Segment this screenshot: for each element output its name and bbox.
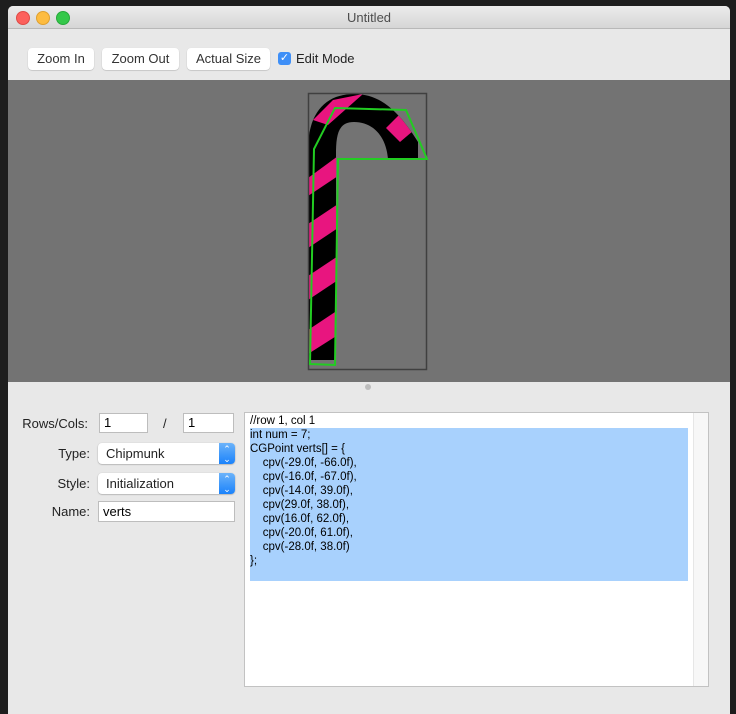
rows-cols-separator: / xyxy=(163,416,167,431)
code-line: //row 1, col 1 xyxy=(250,415,316,427)
edit-mode-checkbox[interactable]: ✓ xyxy=(278,52,291,65)
updown-chevron-icon: ⌃ ⌄ xyxy=(219,473,235,494)
code-text[interactable]: //row 1, col 1 int num = 7; CGPoint verts[… xyxy=(250,414,357,568)
style-popup[interactable]: Initialization ⌃ ⌄ xyxy=(98,473,235,494)
toolbar: Zoom In Zoom Out Actual Size ✓ Edit Mode xyxy=(8,29,730,80)
name-label: Name: xyxy=(51,504,90,519)
title-bar: Untitled xyxy=(8,6,730,29)
rows-cols-label: Rows/Cols: xyxy=(22,416,88,431)
style-label: Style: xyxy=(57,476,90,491)
code-line: cpv(-14.0f, 39.0f), xyxy=(250,485,353,497)
zoom-in-button[interactable]: Zoom In xyxy=(28,48,94,70)
checkmark-icon: ✓ xyxy=(279,52,290,64)
actual-size-button[interactable]: Actual Size xyxy=(187,48,270,70)
updown-chevron-icon: ⌃ ⌄ xyxy=(219,443,235,464)
code-output-textview[interactable]: //row 1, col 1 int num = 7; CGPoint verts[… xyxy=(244,412,709,687)
code-line: cpv(-29.0f, -66.0f), xyxy=(250,457,357,469)
rows-field[interactable] xyxy=(99,413,148,433)
code-line: cpv(29.0f, 38.0f), xyxy=(250,499,350,511)
code-line: cpv(-16.0f, -67.0f), xyxy=(250,471,357,483)
app-window: Untitled Zoom In Zoom Out Actual Size ✓ … xyxy=(8,6,730,714)
type-label: Type: xyxy=(58,446,90,461)
code-line: }; xyxy=(250,555,258,567)
code-line: cpv(-20.0f, 61.0f), xyxy=(250,527,353,539)
code-line: cpv(16.0f, 62.0f), xyxy=(250,513,350,525)
edit-mode-label[interactable]: Edit Mode xyxy=(296,51,355,66)
name-field[interactable] xyxy=(98,501,235,522)
type-popup[interactable]: Chipmunk ⌃ ⌄ xyxy=(98,443,235,464)
type-value: Chipmunk xyxy=(106,446,165,461)
code-line: CGPoint verts[] = { xyxy=(250,443,345,455)
divider-handle-icon[interactable] xyxy=(365,384,371,390)
cols-field[interactable] xyxy=(183,413,234,433)
sprite-canvas[interactable] xyxy=(8,80,730,382)
candy-cane-sprite xyxy=(308,94,418,360)
code-line: int num = 7; xyxy=(250,429,311,441)
window-title: Untitled xyxy=(346,10,392,25)
split-view-divider[interactable] xyxy=(8,382,730,392)
code-line: cpv(-28.0f, 38.0f) xyxy=(250,541,350,553)
vertical-scrollbar[interactable] xyxy=(693,413,708,686)
sprite-view xyxy=(307,92,429,371)
style-value: Initialization xyxy=(106,476,174,491)
zoom-out-button[interactable]: Zoom Out xyxy=(102,48,179,70)
